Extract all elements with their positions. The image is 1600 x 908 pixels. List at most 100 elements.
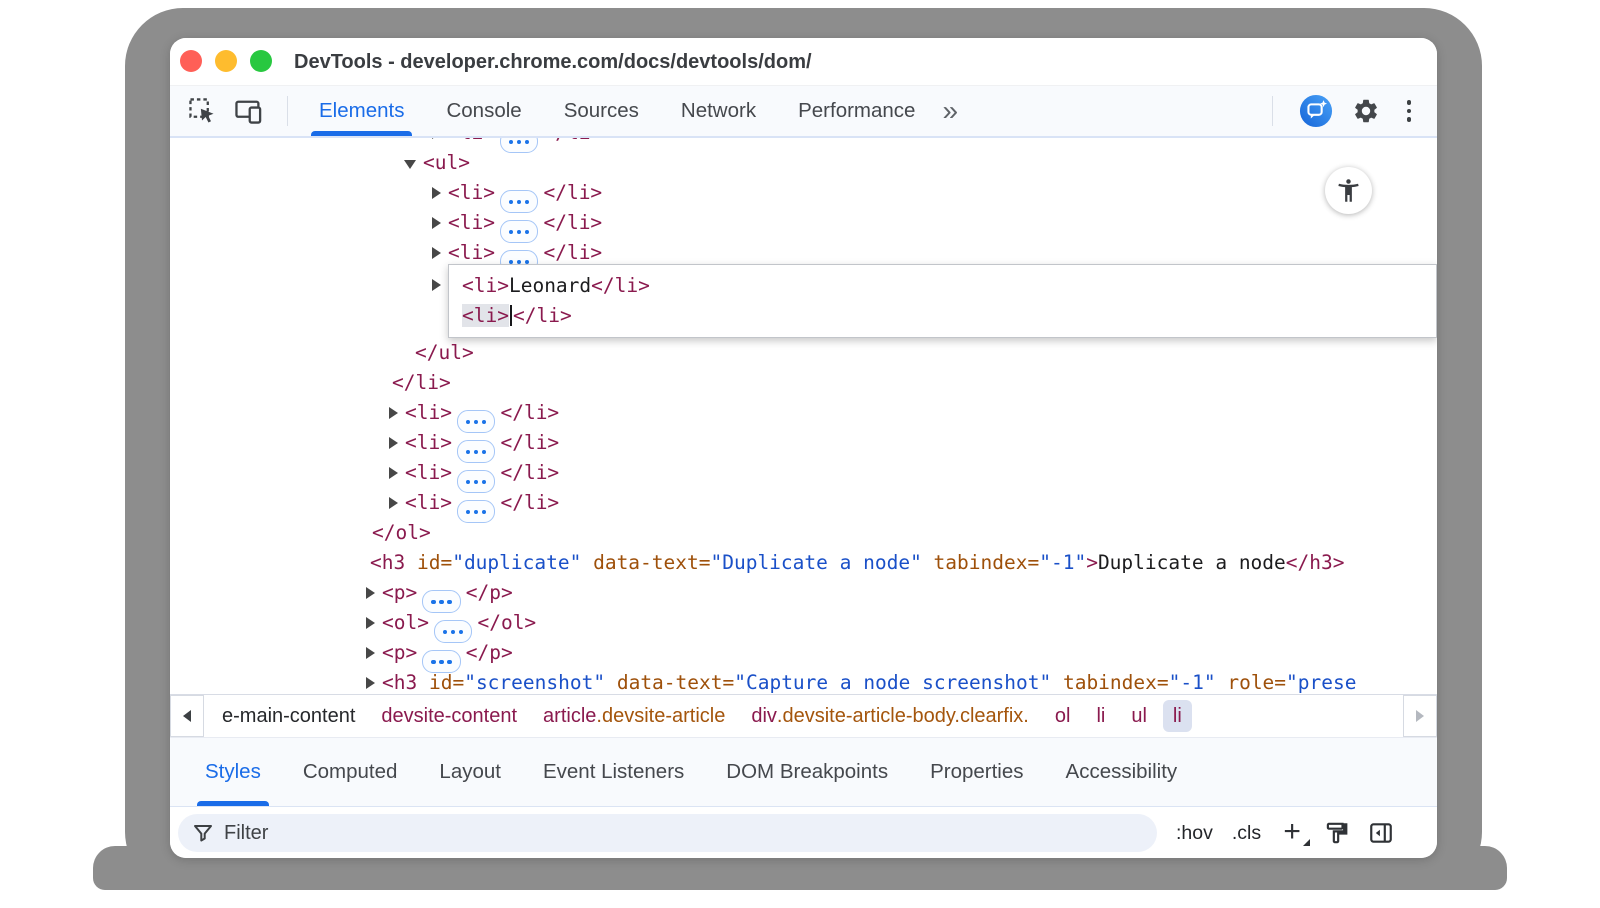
sidebar-tab-styles[interactable]: Styles bbox=[184, 738, 282, 806]
dom-row-li[interactable]: <li></li> bbox=[170, 178, 1437, 208]
expand-arrow-icon[interactable] bbox=[428, 178, 448, 208]
sidebar-tab-computed[interactable]: Computed bbox=[282, 738, 419, 806]
dom-row-li[interactable]: <li></li> bbox=[170, 208, 1437, 238]
dom-row-ol[interactable]: <ol></ol> bbox=[170, 608, 1437, 638]
tab-label: Sources bbox=[564, 99, 639, 123]
breadcrumb-item-div[interactable]: div.devsite-article-body.clearfix. bbox=[741, 700, 1039, 732]
text-caret bbox=[510, 305, 512, 326]
expand-arrow-icon[interactable] bbox=[428, 138, 448, 148]
dom-row-ul-open[interactable]: <ul> bbox=[170, 148, 1437, 178]
dom-row-li[interactable]: <li></li> bbox=[170, 428, 1437, 458]
sidebar-tab-properties[interactable]: Properties bbox=[909, 738, 1044, 806]
expand-arrow-icon[interactable] bbox=[385, 458, 405, 488]
attr-token: id= bbox=[417, 671, 464, 694]
tag-token: </li> bbox=[500, 431, 559, 454]
expand-arrow-icon[interactable] bbox=[428, 270, 448, 300]
edit-line[interactable]: <li></li> bbox=[462, 301, 1436, 331]
expand-arrow-icon[interactable] bbox=[428, 208, 448, 238]
breadcrumb-item-ul[interactable]: ul bbox=[1121, 700, 1157, 732]
tag-token: <li> bbox=[405, 491, 452, 514]
sidebar-tab-layout[interactable]: Layout bbox=[418, 738, 522, 806]
inspect-element-button[interactable] bbox=[185, 94, 219, 128]
ellipsis-dot bbox=[509, 140, 514, 145]
sidebar-tab-dom-breakpoints[interactable]: DOM Breakpoints bbox=[705, 738, 909, 806]
dom-row-h3-duplicate[interactable]: <h3 id="duplicate" data-text="Duplicate … bbox=[170, 548, 1437, 578]
expand-arrow-icon[interactable] bbox=[385, 428, 405, 458]
expand-arrow-icon[interactable] bbox=[428, 238, 448, 268]
rendering-emulation-button[interactable] bbox=[1323, 820, 1349, 846]
dom-row-li[interactable]: <li></li> bbox=[170, 458, 1437, 488]
tab-sources[interactable]: Sources bbox=[543, 86, 660, 136]
expand-arrow-icon[interactable] bbox=[362, 638, 382, 668]
breadcrumb-item-devsite-content[interactable]: devsite-content bbox=[371, 700, 527, 732]
dom-row-ol-close[interactable]: </ol> bbox=[170, 518, 1437, 548]
styles-filter-input[interactable] bbox=[178, 814, 1157, 852]
dom-row-li-close[interactable]: </li> bbox=[170, 368, 1437, 398]
tab-label: Event Listeners bbox=[543, 760, 684, 784]
dom-row-li-editing[interactable]: <li>Leonard</li><li></li> bbox=[170, 264, 1437, 338]
dom-row-ul-close[interactable]: </ul> bbox=[170, 338, 1437, 368]
tab-elements[interactable]: Elements bbox=[298, 86, 425, 136]
breadcrumb-scroll-left-button[interactable] bbox=[170, 695, 204, 737]
tag-token: <p> bbox=[382, 641, 417, 664]
toggle-sidebar-button[interactable] bbox=[1368, 820, 1394, 846]
breadcrumb-item-article[interactable]: article.devsite-article bbox=[533, 700, 735, 732]
dom-row-li[interactable]: <li></li> bbox=[170, 398, 1437, 428]
ellipsis-expand-button[interactable] bbox=[500, 138, 539, 153]
zoom-button[interactable] bbox=[250, 50, 272, 72]
tab-network[interactable]: Network bbox=[660, 86, 777, 136]
val-token: "Capture a node screenshot" bbox=[734, 671, 1051, 694]
dom-tree[interactable]: <li></li><ul><li></li><li></li><li></li>… bbox=[170, 138, 1437, 694]
tab-label: Properties bbox=[930, 760, 1023, 784]
breadcrumb-item-li[interactable]: li bbox=[1163, 700, 1192, 732]
sidebar-tab-event-listeners[interactable]: Event Listeners bbox=[522, 738, 705, 806]
accessibility-overlay-button[interactable] bbox=[1325, 167, 1372, 214]
dom-row-text: </ul> bbox=[415, 338, 474, 368]
ellipsis-expand-button[interactable] bbox=[457, 500, 496, 523]
ai-assistance-icon bbox=[1299, 93, 1333, 129]
breadcrumb-segment: ul bbox=[1131, 705, 1147, 728]
attr-token: data-text= bbox=[581, 551, 710, 574]
toggle-element-state-button[interactable]: :hov bbox=[1176, 822, 1213, 845]
ellipsis-dot bbox=[447, 660, 452, 665]
dom-row-p[interactable]: <p></p> bbox=[170, 578, 1437, 608]
new-style-rule-button[interactable]: + bbox=[1280, 818, 1304, 848]
styles-toolbar: :hov .cls + bbox=[170, 807, 1437, 858]
device-toolbar-icon bbox=[233, 96, 263, 126]
minimize-button[interactable] bbox=[215, 50, 237, 72]
tab-performance[interactable]: Performance bbox=[777, 86, 936, 136]
collapse-arrow-icon[interactable] bbox=[403, 148, 423, 178]
sidebar-tab-accessibility[interactable]: Accessibility bbox=[1045, 738, 1199, 806]
settings-button[interactable] bbox=[1349, 94, 1383, 128]
expand-arrow-icon[interactable] bbox=[385, 488, 405, 518]
element-classes-button[interactable]: .cls bbox=[1232, 822, 1261, 845]
tag-token: <li> bbox=[448, 138, 495, 144]
tag-token: </ol> bbox=[477, 611, 536, 634]
expand-arrow-icon[interactable] bbox=[385, 398, 405, 428]
main-menu-button[interactable] bbox=[1399, 96, 1420, 126]
dom-row-li[interactable]: <li></li> bbox=[170, 488, 1437, 518]
expand-arrow-icon[interactable] bbox=[362, 668, 382, 694]
tab-label: Performance bbox=[798, 99, 915, 123]
expand-arrow-icon[interactable] bbox=[362, 578, 382, 608]
inline-edit-box[interactable]: <li>Leonard</li><li></li> bbox=[448, 264, 1437, 338]
breadcrumb-item-e-main-content[interactable]: e-main-content bbox=[212, 700, 365, 732]
dom-row-li-clipped[interactable]: <li></li> bbox=[170, 138, 1437, 148]
filter-field-wrap bbox=[178, 814, 1157, 852]
breadcrumb-item-li[interactable]: li bbox=[1086, 700, 1115, 732]
ai-assistance-button[interactable] bbox=[1299, 94, 1333, 128]
expand-arrow-icon[interactable] bbox=[362, 608, 382, 638]
dom-row-p[interactable]: <p></p> bbox=[170, 638, 1437, 668]
dom-row-h3-screenshot[interactable]: <h3 id="screenshot" data-text="Capture a… bbox=[170, 668, 1437, 694]
edit-line[interactable]: <li>Leonard</li> bbox=[462, 271, 1436, 301]
close-button[interactable] bbox=[180, 50, 202, 72]
ellipsis-dot bbox=[517, 230, 522, 235]
tab-console[interactable]: Console bbox=[425, 86, 542, 136]
dom-row-text: <ul> bbox=[423, 148, 470, 178]
device-toolbar-button[interactable] bbox=[231, 94, 265, 128]
breadcrumb-scroll-right-button[interactable] bbox=[1403, 695, 1437, 737]
ellipsis-dot bbox=[447, 600, 452, 605]
breadcrumb-item-ol[interactable]: ol bbox=[1045, 700, 1081, 732]
more-tabs-icon[interactable]: » bbox=[942, 97, 958, 125]
dom-row-text: </ol> bbox=[372, 518, 431, 548]
